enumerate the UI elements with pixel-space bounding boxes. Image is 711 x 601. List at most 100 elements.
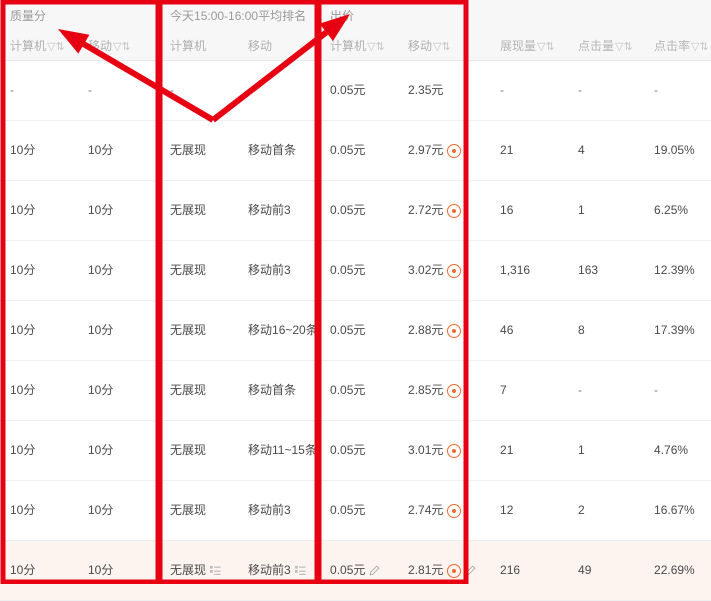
cell-quality-score-pc-content: 10分 <box>10 382 78 399</box>
cell-quality-score-mobile-content: 10分 <box>88 382 160 399</box>
cell-bid-pc-text: 0.05元 <box>330 503 366 517</box>
table-row[interactable]: 10分 10分 无展现 移动首条 0.05元 2.85元 7 - - <box>0 360 711 421</box>
bars-icon[interactable] <box>210 565 221 576</box>
table-row[interactable]: 10分 10分 无展现 移动11~15条 0.05元 3.01元 21 1 4.76% <box>0 420 711 481</box>
cell-bid-mobile-content: 2.97元 <box>408 142 490 159</box>
target-icon[interactable] <box>447 503 462 518</box>
cell-quality-score-mobile: 10分 <box>78 540 161 601</box>
sort-icon-bid-pc[interactable]: ▽⇅ <box>367 40 385 53</box>
cell-average-rank-pc: 无展现 <box>160 420 239 481</box>
cell-bid-mobile[interactable]: 3.02元 <box>398 240 491 301</box>
cell-bid-pc[interactable]: 0.05元 <box>320 540 399 601</box>
column-header-average-rank-mobile[interactable]: 移动 <box>238 30 321 61</box>
column-header-bid-mobile[interactable]: 移动▽⇅ <box>398 30 491 61</box>
sort-icon-clicks[interactable]: ▽⇅ <box>615 40 633 53</box>
cell-bid-pc[interactable]: 0.05元 <box>320 480 399 541</box>
cell-ctr-content: 6.25% <box>654 202 711 219</box>
target-icon[interactable] <box>447 443 462 458</box>
cell-quality-score-mobile-text: 10分 <box>88 203 114 217</box>
column-header-clicks[interactable]: 点击量▽⇅ <box>568 30 645 61</box>
cell-clicks: 49 <box>568 540 645 601</box>
cell-quality-score-pc-content: 10分 <box>10 562 78 579</box>
cell-average-rank-mobile: 移动前3 <box>238 480 321 541</box>
cell-bid-mobile[interactable]: 2.85元 <box>398 360 491 421</box>
cell-quality-score-mobile-content: 10分 <box>88 262 160 279</box>
table-row[interactable]: 10分 10分 无展现 移动前3 0.05元 2.74元 12 2 16.67% <box>0 480 711 541</box>
header-group-average-rank: 今天15:00-16:00平均排名 <box>160 0 321 30</box>
table-row[interactable]: 10分 10分 无展现 移动前3 0.05元 2.72元 16 1 6.25% <box>0 180 711 241</box>
cell-quality-score-pc: 10分 <box>0 420 78 481</box>
cell-average-rank-mobile: 移动16~20条 <box>238 300 321 361</box>
cell-clicks: 1 <box>568 180 645 241</box>
target-icon[interactable] <box>447 143 462 158</box>
cell-ctr: - <box>644 360 711 421</box>
cell-bid-mobile[interactable]: 2.74元 <box>398 480 491 541</box>
cell-bid-pc[interactable]: 0.05元 <box>320 120 399 181</box>
cell-bid-pc-content: 0.05元 <box>330 262 398 279</box>
cell-clicks-content: 163 <box>578 262 644 279</box>
target-icon[interactable] <box>447 263 462 278</box>
cell-bid-mobile[interactable]: 2.88元 <box>398 300 491 361</box>
table-row[interactable]: 10分 10分 无展现 移动首条 0.05元 2.97元 21 4 19.05% <box>0 120 711 181</box>
column-header-impressions[interactable]: 展现量▽⇅ <box>490 30 569 61</box>
cell-clicks-content: 1 <box>578 202 644 219</box>
cell-average-rank-mobile-text: 移动11~15条 <box>248 443 317 457</box>
cell-impressions-content: 1,316 <box>500 262 568 279</box>
cell-clicks-text: 2 <box>578 503 585 517</box>
cell-quality-score-pc-text: 10分 <box>10 263 36 277</box>
column-label-average-rank-pc: 计算机 <box>170 38 207 53</box>
cell-quality-score-mobile-content: 10分 <box>88 322 160 339</box>
table-row[interactable]: 10分 10分 无展现 移动16~20条 0.05元 2.88元 46 8 17.39% <box>0 300 711 361</box>
cell-bid-mobile[interactable]: 2.81元 <box>398 540 491 601</box>
sort-icon-bid-mobile[interactable]: ▽⇅ <box>433 40 451 53</box>
table-row[interactable]: 10分 10分 无展现 移动前3 0.05元 3.02元 1,316 163 12.39% <box>0 240 711 301</box>
column-header-bid-pc[interactable]: 计算机▽⇅ <box>320 30 399 61</box>
cell-bid-pc[interactable]: 0.05元 <box>320 420 399 481</box>
cell-clicks-content: 1 <box>578 442 644 459</box>
sort-icon-quality-score-pc[interactable]: ▽⇅ <box>47 40 65 53</box>
cell-average-rank-mobile[interactable]: 移动前3 <box>238 540 321 601</box>
cell-bid-pc[interactable]: 0.05元 <box>320 300 399 361</box>
cell-bid-pc-content: 0.05元 <box>330 322 398 339</box>
target-icon[interactable] <box>447 203 462 218</box>
cell-bid-pc-content: 0.05元 <box>330 382 398 399</box>
cell-average-rank-pc[interactable]: 无展现 <box>160 540 239 601</box>
cell-bid-mobile-content: 2.35元 <box>408 82 490 99</box>
sort-icon-ctr[interactable]: ▽⇅ <box>691 40 709 53</box>
column-header-quality-score-mobile[interactable]: 移动▽⇅ <box>78 30 161 61</box>
cell-bid-mobile[interactable]: 3.01元 <box>398 420 491 481</box>
cell-bid-mobile-text: 2.97元 <box>408 143 444 157</box>
cell-bid-pc[interactable]: 0.05元 <box>320 360 399 421</box>
column-header-ctr[interactable]: 点击率▽⇅ <box>644 30 711 61</box>
cell-bid-pc-text: 0.05元 <box>330 263 366 277</box>
cell-average-rank-mobile-content: 移动首条 <box>248 382 320 399</box>
column-header-quality-score-pc[interactable]: 计算机▽⇅ <box>0 30 78 61</box>
cell-bid-pc[interactable]: 0.05元 <box>320 180 399 241</box>
cell-average-rank-mobile: 移动首条 <box>238 120 321 181</box>
table-row[interactable]: 10分 10分 无展现 移动前3 0.05元 2.81元 216 49 22.69% <box>0 540 711 601</box>
cell-quality-score-pc: 10分 <box>0 240 78 301</box>
cell-quality-score-pc: 10分 <box>0 120 78 181</box>
cell-quality-score-mobile-text: 10分 <box>88 143 114 157</box>
cell-bid-mobile[interactable]: 2.72元 <box>398 180 491 241</box>
cell-bid-mobile[interactable]: 2.35元 <box>398 60 491 121</box>
cell-bid-pc[interactable]: 0.05元 <box>320 60 399 121</box>
cell-impressions-text: 1,316 <box>500 263 531 277</box>
sort-icon-impressions[interactable]: ▽⇅ <box>537 40 555 53</box>
bars-icon[interactable] <box>294 565 306 576</box>
sort-icon-quality-score-mobile[interactable]: ▽⇅ <box>113 40 131 53</box>
cell-bid-pc[interactable]: 0.05元 <box>320 240 399 301</box>
pencil-icon[interactable] <box>465 565 476 576</box>
table-row[interactable]: - - - 0.05元 2.35元 - - - <box>0 60 711 121</box>
cell-average-rank-pc-text: 无展现 <box>170 263 207 277</box>
cell-quality-score-pc-text: 10分 <box>10 563 36 577</box>
target-icon[interactable] <box>447 323 462 338</box>
pencil-icon[interactable] <box>369 565 380 576</box>
cell-average-rank-pc-text: 无展现 <box>170 323 207 337</box>
column-header-average-rank-pc[interactable]: 计算机 <box>160 30 239 61</box>
cell-average-rank-pc: 无展现 <box>160 240 239 301</box>
cell-bid-mobile[interactable]: 2.97元 <box>398 120 491 181</box>
cell-impressions-text: 21 <box>500 143 514 157</box>
target-icon[interactable] <box>447 563 462 578</box>
target-icon[interactable] <box>447 383 462 398</box>
